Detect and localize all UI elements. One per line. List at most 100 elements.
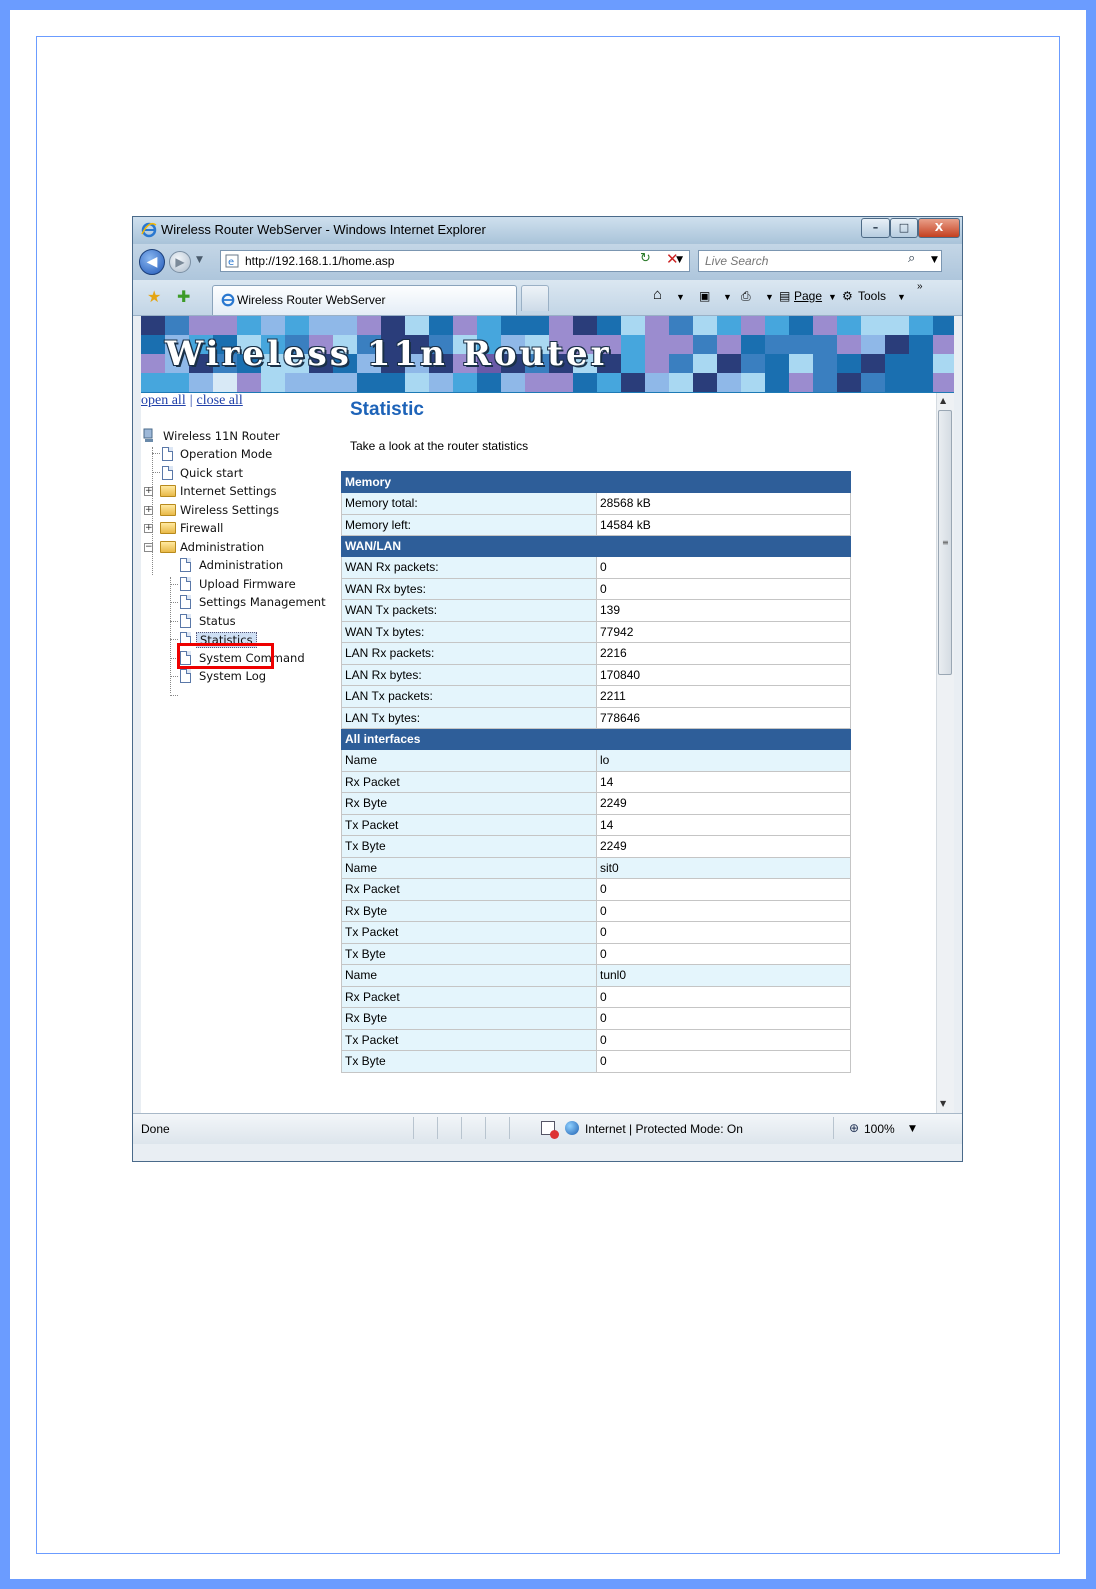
banner-tile	[693, 354, 717, 373]
banner-tile	[813, 373, 837, 392]
svg-text:e: e	[228, 257, 234, 268]
stop-icon[interactable]: ✕	[666, 250, 679, 268]
maximize-button[interactable]: □	[890, 218, 918, 238]
section-header-label: All interfaces	[341, 728, 851, 750]
banner-tile	[909, 354, 933, 373]
page-dropdown-icon[interactable]: ▼	[828, 292, 837, 302]
close-button[interactable]: X	[918, 218, 960, 238]
minimize-icon: –	[872, 221, 879, 234]
banner-tile	[765, 354, 789, 373]
folder-icon	[160, 485, 176, 497]
stat-value: 2249	[596, 792, 851, 815]
refresh-icon[interactable]: ↻	[640, 251, 651, 266]
section-header-label: WAN/LAN	[341, 535, 851, 557]
sidebar-item-label: Operation Mode	[180, 447, 273, 461]
print-icon[interactable]: ⎙	[741, 289, 751, 304]
table-row: LAN Tx bytes: 778646	[341, 706, 851, 729]
table-row: Name tunl0	[341, 964, 851, 987]
print-dropdown-icon[interactable]: ▼	[765, 292, 774, 302]
stat-value: 14	[596, 813, 851, 836]
feeds-icon[interactable]: ▣	[699, 289, 710, 303]
feeds-dropdown-icon[interactable]: ▼	[723, 292, 732, 302]
tools-menu[interactable]: Tools	[858, 289, 886, 303]
home-dropdown-icon[interactable]: ▼	[676, 292, 685, 302]
search-input[interactable]	[705, 254, 895, 268]
banner-tile	[141, 354, 165, 373]
banner-tile	[789, 316, 813, 335]
address-field[interactable]: e http://192.168.1.1/home.asp ▼	[220, 250, 690, 272]
status-text: Done	[141, 1122, 170, 1136]
chevron-more-icon[interactable]: »	[917, 281, 923, 292]
sidebar-item-label: Administration	[199, 558, 284, 572]
divider	[413, 1117, 414, 1139]
banner-tile	[525, 373, 549, 392]
stat-value: 0	[596, 556, 851, 579]
tab-label: Wireless Router WebServer	[237, 293, 386, 307]
tree-root-label: Wireless 11N Router	[163, 429, 280, 443]
sidebar-item-label: System Log	[199, 669, 267, 683]
sidebar-item-label: Wireless Settings	[180, 503, 279, 517]
minimize-button[interactable]: –	[861, 218, 890, 238]
security-zone[interactable]: Internet | Protected Mode: On	[585, 1122, 743, 1136]
table-row: Rx Packet 0	[341, 878, 851, 901]
open-all-link[interactable]: open all	[141, 393, 186, 408]
banner-tile	[573, 316, 597, 335]
search-icon[interactable]: ⌕	[908, 251, 915, 266]
table-row: Memory left: 14584 kB	[341, 513, 851, 536]
stat-value: 0	[596, 985, 851, 1008]
table-row: Memory total: 28568 kB	[341, 492, 851, 515]
banner-tile	[141, 335, 165, 354]
close-all-link[interactable]: close all	[197, 393, 243, 408]
tools-gear-icon: ⚙	[842, 289, 853, 303]
new-tab-button[interactable]	[521, 285, 549, 311]
zoom-dropdown-icon[interactable]: ▼	[909, 1124, 916, 1134]
stat-value: 0	[596, 942, 851, 965]
collapse-minus-icon[interactable]: −	[144, 543, 153, 552]
page-menu[interactable]: Page	[794, 289, 822, 303]
history-dropdown-icon[interactable]: ▼	[196, 255, 203, 265]
open-folder-icon	[160, 541, 176, 553]
zoom-level[interactable]: 100%	[864, 1122, 895, 1136]
table-row: Rx Packet 14	[341, 770, 851, 793]
forward-button[interactable]: ▶	[169, 251, 191, 273]
stat-label: LAN Rx packets:	[341, 642, 597, 665]
tab-wireless-router[interactable]: Wireless Router WebServer	[212, 285, 517, 315]
expand-plus-icon[interactable]: +	[144, 506, 153, 515]
tools-dropdown-icon[interactable]: ▼	[897, 292, 906, 302]
scroll-down-icon[interactable]: ▼	[940, 1099, 946, 1108]
scroll-grip-icon: ≡	[942, 538, 949, 547]
search-field[interactable]	[698, 250, 942, 272]
banner-tile	[717, 354, 741, 373]
tree-line	[170, 639, 178, 640]
divider	[509, 1117, 510, 1139]
stat-label: Tx Byte	[341, 835, 597, 858]
banner-tile	[669, 354, 693, 373]
banner-tile	[837, 316, 861, 335]
banner-tile	[333, 316, 357, 335]
scroll-thumb[interactable]: ≡	[938, 410, 952, 675]
stat-value: 0	[596, 899, 851, 922]
banner-tile	[621, 373, 645, 392]
back-button[interactable]: ◀	[139, 249, 165, 275]
banner-tile	[357, 316, 381, 335]
blocked-content-icon[interactable]	[541, 1121, 559, 1139]
table-row: Tx Byte 0	[341, 942, 851, 965]
banner-tile	[165, 316, 189, 335]
banner-tile	[645, 354, 669, 373]
search-dropdown-icon[interactable]: ▼	[931, 255, 938, 265]
table-row: Tx Byte 0	[341, 1050, 851, 1073]
home-icon[interactable]: ⌂	[653, 286, 662, 303]
folder-icon	[160, 522, 176, 534]
tab-bar: ★ ✚ Wireless Router WebServer ⌂ ▼ ▣ ▼ ⎙ …	[133, 280, 962, 316]
banner-tile	[141, 373, 165, 392]
banner-tile	[909, 335, 933, 354]
favorites-star-icon[interactable]: ★	[147, 287, 161, 306]
expand-plus-icon[interactable]: +	[144, 524, 153, 533]
banner-tile	[141, 316, 165, 335]
stat-label: WAN Rx packets:	[341, 556, 597, 579]
expand-plus-icon[interactable]: +	[144, 487, 153, 496]
sidebar-item-label: Firewall	[180, 521, 224, 535]
scroll-up-icon[interactable]: ▲	[940, 396, 946, 405]
vertical-scrollbar[interactable]: ▲ ≡ ▼	[936, 393, 954, 1114]
add-favorites-icon[interactable]: ✚	[177, 287, 190, 306]
